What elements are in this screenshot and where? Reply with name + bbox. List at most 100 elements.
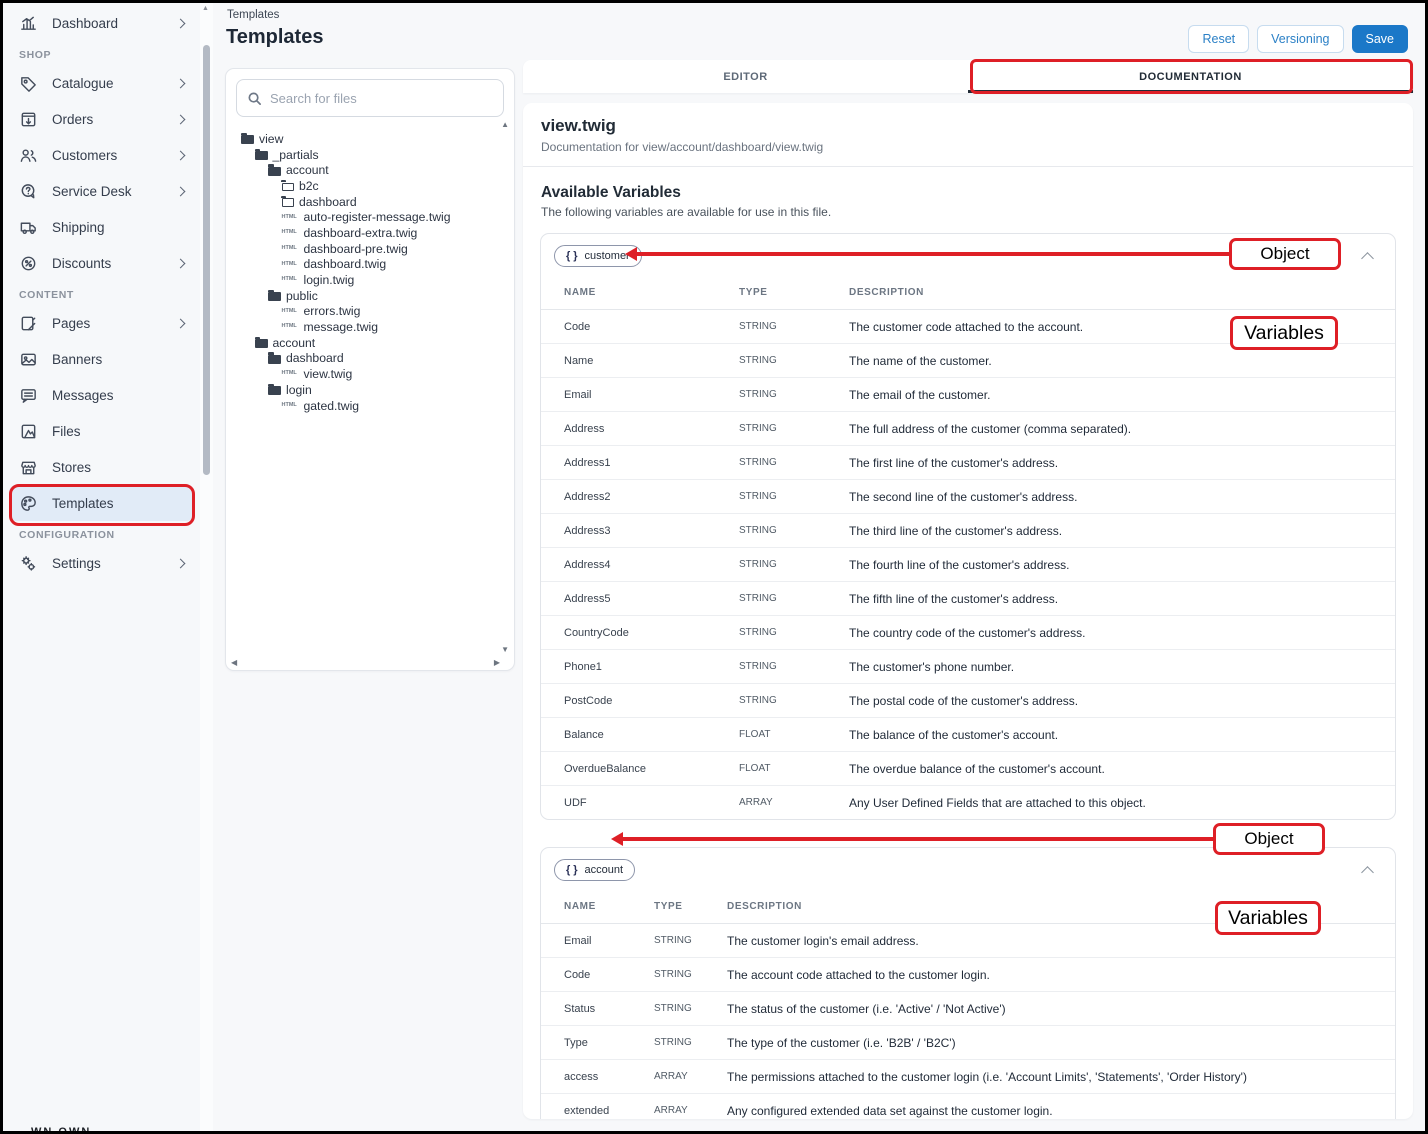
variable-type: STRING [739, 344, 849, 378]
tree-item[interactable]: dashboard-pre.twig [226, 241, 514, 257]
tree-item-icon [282, 215, 299, 221]
sidebar-item-discounts[interactable]: Discounts [3, 245, 200, 281]
users-icon [19, 146, 38, 165]
variable-row: Code STRING The account code attached to… [541, 958, 1395, 992]
variable-row: Status STRING The status of the customer… [541, 992, 1395, 1026]
object-card-header: { } customer [541, 234, 1395, 277]
sidebar-item-label: Customers [52, 148, 163, 163]
variable-name: Email [541, 924, 654, 958]
variable-name: Address [541, 412, 739, 446]
breadcrumb[interactable]: Templates [227, 9, 279, 21]
variable-name: Balance [541, 718, 739, 752]
pages-icon [19, 314, 38, 333]
tree-item[interactable]: message.twig [226, 319, 514, 335]
variables-table-account: NAME TYPE DESCRIPTION Email STRING The c… [541, 891, 1395, 1119]
variable-name: Address2 [541, 480, 739, 514]
variable-type: STRING [739, 582, 849, 616]
tree-item[interactable]: login [226, 382, 514, 398]
sidebar-item-orders[interactable]: Orders [3, 101, 200, 137]
sidebar-item-label: Messages [52, 388, 186, 403]
variable-type: ARRAY [739, 786, 849, 820]
tree-item[interactable]: b2c [226, 178, 514, 194]
collapse-chevron-icon[interactable] [1361, 866, 1374, 879]
variable-type: STRING [654, 1026, 727, 1060]
tree-item[interactable]: public [226, 288, 514, 304]
variable-name: UDF [541, 786, 739, 820]
sidebar-item-files[interactable]: Files [3, 413, 200, 449]
tree-scroll-left-icon[interactable]: ◀ [231, 659, 237, 667]
tree-item[interactable]: errors.twig [226, 304, 514, 320]
tree-item-icon [255, 339, 268, 348]
tree-item[interactable]: dashboard-extra.twig [226, 225, 514, 241]
sidebar-item-label: Files [52, 424, 186, 439]
variable-name: Email [541, 378, 739, 412]
sidebar-item-dashboard[interactable]: Dashboard [3, 5, 200, 41]
variable-type: STRING [739, 446, 849, 480]
tree-scroll-up-icon[interactable]: ▲ [501, 121, 509, 129]
variable-type: ARRAY [654, 1094, 727, 1120]
tree-item-label: dashboard-extra.twig [304, 226, 418, 240]
tree-item[interactable]: view [226, 131, 514, 147]
tree-item-label: view.twig [304, 367, 353, 381]
variable-row: PostCode STRING The postal code of the c… [541, 684, 1395, 718]
tree-scroll-right-icon[interactable]: ▶ [494, 659, 500, 667]
tab-documentation[interactable]: DOCUMENTATION [968, 60, 1413, 93]
variable-row: Email STRING The customer login's email … [541, 924, 1395, 958]
tree-item[interactable]: dashboard.twig [226, 257, 514, 273]
sidebar-item-service-desk[interactable]: Service Desk [3, 173, 200, 209]
variable-type: STRING [739, 310, 849, 344]
sidebar-item-pages[interactable]: Pages [3, 305, 200, 341]
tree-item[interactable]: dashboard [226, 351, 514, 367]
tab-editor[interactable]: EDITOR [523, 60, 968, 93]
variable-name: extended [541, 1094, 654, 1120]
tree-item-icon [282, 246, 299, 252]
reset-button[interactable]: Reset [1188, 25, 1249, 53]
variable-type: STRING [739, 684, 849, 718]
documentation-panel: view.twig Documentation for view/account… [523, 103, 1413, 1119]
variable-row: Address3 STRING The third line of the cu… [541, 514, 1395, 548]
sidebar-item-templates[interactable]: Templates [9, 485, 194, 521]
tree-item[interactable]: account [226, 162, 514, 178]
tree-item-label: gated.twig [304, 399, 360, 413]
tree-item-icon [268, 355, 281, 364]
sidebar-item-customers[interactable]: Customers [3, 137, 200, 173]
file-tree-panel: view _partials account b2c [225, 68, 515, 671]
search-input[interactable] [270, 91, 493, 106]
sidebar-item-shipping[interactable]: Shipping [3, 209, 200, 245]
variable-row: Email STRING The email of the customer. [541, 378, 1395, 412]
object-card-account: { } account NAME TYPE DESCRIPTION [540, 847, 1396, 1119]
tree-item[interactable]: _partials [226, 147, 514, 163]
tree-item[interactable]: login.twig [226, 272, 514, 288]
tree-item[interactable]: auto-register-message.twig [226, 209, 514, 225]
variable-row: extended ARRAY Any configured extended d… [541, 1094, 1395, 1120]
variable-type: STRING [739, 616, 849, 650]
scroll-up-icon[interactable]: ▲ [202, 5, 209, 12]
tree-item[interactable]: gated.twig [226, 398, 514, 414]
available-variables-subtitle: The following variables are available fo… [541, 205, 1395, 219]
sidebar-item-messages[interactable]: Messages [3, 377, 200, 413]
tree-item[interactable]: dashboard [226, 194, 514, 210]
message-icon [19, 386, 38, 405]
tree-scroll-down-icon[interactable]: ▼ [501, 646, 509, 654]
search-icon [247, 91, 262, 106]
tree-item-label: public [286, 289, 318, 303]
braces-icon: { } [566, 864, 578, 876]
tree-item-icon [282, 324, 299, 330]
scrollbar-thumb[interactable] [203, 45, 210, 475]
save-button[interactable]: Save [1352, 25, 1409, 53]
collapse-chevron-icon[interactable] [1361, 252, 1374, 265]
store-icon [19, 458, 38, 477]
sidebar-item-banners[interactable]: Banners [3, 341, 200, 377]
sidebar-item-stores[interactable]: Stores [3, 449, 200, 485]
tree-item-icon [268, 386, 281, 395]
variable-name: Address1 [541, 446, 739, 480]
sidebar-item-catalogue[interactable]: Catalogue [3, 65, 200, 101]
tree-item[interactable]: account [226, 335, 514, 351]
versioning-button[interactable]: Versioning [1257, 25, 1343, 53]
variable-type: STRING [739, 378, 849, 412]
variable-name: CountryCode [541, 616, 739, 650]
variable-name: Code [541, 310, 739, 344]
tree-item-label: dashboard-pre.twig [304, 242, 408, 256]
sidebar-item-settings[interactable]: Settings [3, 545, 200, 581]
tree-item[interactable]: view.twig [226, 366, 514, 382]
